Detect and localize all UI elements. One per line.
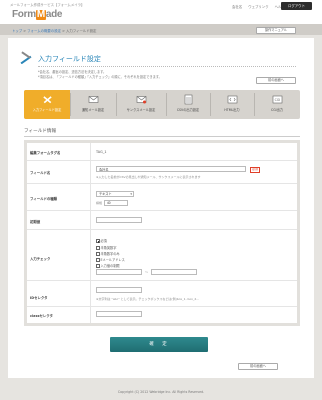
range-separator: 〜 bbox=[145, 270, 149, 274]
tab-thanks-mail[interactable]: サンクスメール設定 bbox=[116, 90, 166, 119]
table-row-divider bbox=[27, 229, 297, 230]
html-icon bbox=[227, 95, 237, 104]
csv-icon bbox=[184, 94, 192, 105]
field-name-input[interactable] bbox=[96, 166, 246, 172]
page-description: *会社名、趣旨の設定、送信方法を決定します。 *項目名は、「フィールドの種類」「… bbox=[38, 70, 228, 80]
breadcrumb-item-form-settings[interactable]: フォームの概要の設定 bbox=[27, 29, 61, 33]
checkbox[interactable] bbox=[96, 239, 100, 243]
width-input[interactable] bbox=[104, 200, 128, 206]
range-max-input[interactable] bbox=[151, 269, 197, 275]
id-selector-note: ※文字列は "abc" として表示。チェックボックスなどは(例)box_1, b… bbox=[96, 297, 200, 301]
tab-label: CSVの出力設定 bbox=[176, 108, 200, 112]
checkbox[interactable] bbox=[96, 264, 100, 268]
input-check-label: 入力チェック bbox=[30, 257, 51, 261]
initial-value-input[interactable] bbox=[96, 217, 142, 223]
check-alphanumeric[interactable]: 半角英数字 bbox=[96, 245, 116, 250]
check-required[interactable]: 必須 bbox=[96, 238, 107, 243]
id-selector-label: IDセレクタ bbox=[30, 296, 48, 300]
check-email[interactable]: Eメールアドレス bbox=[96, 257, 125, 262]
field-name-note: ※入力した名前がCSVの見出しや通知メール、サンクスメールに表示されます bbox=[96, 175, 201, 179]
description-line: *項目名は、「フィールドの種類」「入力チェック」の順に、それぞれを設定できます。 bbox=[38, 75, 162, 79]
tab-input-field[interactable]: 入力フィールド設定 bbox=[24, 90, 70, 119]
class-selector-input[interactable] bbox=[96, 311, 142, 317]
manual-button[interactable]: 操作マニュアル bbox=[256, 27, 296, 34]
checkbox[interactable] bbox=[96, 258, 100, 262]
logout-button[interactable]: ログアウト bbox=[281, 2, 312, 10]
tab-cgi-output[interactable]: CGI CGI出力 bbox=[254, 90, 300, 119]
page-title: 入力フィールド設定 bbox=[38, 56, 101, 63]
required-badge: 必須 bbox=[250, 167, 261, 173]
mail-icon bbox=[88, 96, 98, 103]
table-row-divider bbox=[27, 306, 297, 307]
header-link-company[interactable]: 会社名 bbox=[232, 5, 242, 9]
copyright: Copyright (C) 2012 Webridge Inc. All Rig… bbox=[117, 390, 205, 394]
tab-label: 入力フィールド設定 bbox=[32, 108, 62, 112]
check-limit[interactable]: 入力値の制限 bbox=[96, 263, 120, 268]
tab-html-output[interactable]: HTML出力 bbox=[210, 90, 254, 119]
tag-value: TAG_1 bbox=[96, 150, 107, 154]
tab-csv-output[interactable]: CSVの出力設定 bbox=[166, 90, 210, 119]
section-title: フィールド情報 bbox=[24, 129, 57, 134]
svg-text:CGI: CGI bbox=[274, 98, 280, 102]
breadcrumb-separator: > bbox=[62, 29, 65, 33]
initial-value-label: 初期値 bbox=[30, 220, 41, 224]
envelope-icon bbox=[136, 96, 146, 104]
prev-page-button[interactable]: 前の画面へ bbox=[256, 77, 296, 84]
tab-label: CGI出力 bbox=[270, 108, 283, 112]
service-name: メールフォーム作成サービス【フォームメイラ】 bbox=[10, 3, 85, 7]
field-type-label: フィールドの種類 bbox=[30, 197, 58, 201]
pencil-wrench-icon bbox=[20, 51, 32, 64]
check-numeric[interactable]: 半角数字のみ bbox=[96, 251, 120, 256]
formmade-logo[interactable]: FormMade bbox=[12, 9, 62, 20]
tab-label: サンクスメール設定 bbox=[126, 108, 156, 112]
width-label: 横幅 bbox=[96, 201, 103, 205]
table-row-divider bbox=[27, 183, 297, 184]
field-type-select[interactable]: テキスト bbox=[96, 191, 134, 197]
submit-button[interactable]: 確 定 bbox=[110, 337, 208, 352]
id-selector-input[interactable] bbox=[96, 287, 142, 293]
breadcrumb-item-current: 入力フィールド設定 bbox=[65, 29, 97, 33]
field-name-label: フィールド名 bbox=[30, 171, 51, 175]
tab-label: HTML出力 bbox=[224, 108, 240, 112]
tab-label: 通知メール設定 bbox=[81, 108, 105, 112]
table-row-divider bbox=[27, 160, 297, 161]
checkbox[interactable] bbox=[96, 252, 100, 256]
prev-page-button-bottom[interactable]: 前の画面へ bbox=[238, 363, 278, 370]
breadcrumb-separator: > bbox=[23, 29, 27, 33]
pencil-wrench-icon bbox=[42, 96, 52, 104]
range-min-input[interactable] bbox=[96, 269, 142, 275]
tab-notify-mail[interactable]: 通知メール設定 bbox=[70, 90, 116, 119]
tag-label: 編集フォームタグ名 bbox=[30, 151, 61, 155]
title-divider bbox=[38, 66, 296, 67]
class-selector-label: classセレクタ bbox=[30, 314, 53, 318]
table-row-divider bbox=[27, 280, 297, 281]
header-link-web[interactable]: ウェブリンク bbox=[248, 5, 268, 9]
breadcrumb: トップ > フォームの概要の設定 > 入力フィールド設定 bbox=[12, 28, 96, 33]
table-column-divider bbox=[90, 143, 91, 323]
checkbox[interactable] bbox=[96, 246, 100, 250]
cgi-icon: CGI bbox=[272, 95, 282, 104]
section-divider bbox=[24, 136, 300, 137]
table-row-divider bbox=[27, 210, 297, 211]
breadcrumb-item-top[interactable]: トップ bbox=[12, 29, 22, 33]
